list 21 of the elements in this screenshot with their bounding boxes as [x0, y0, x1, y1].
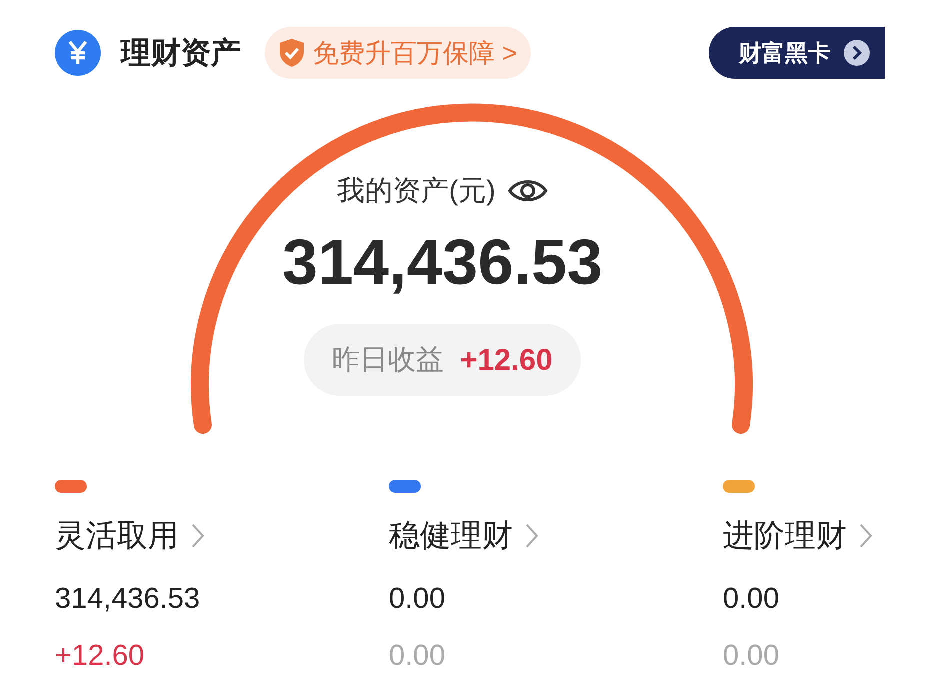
chevron-right-icon: [859, 523, 873, 550]
assets-label: 我的资产(元): [337, 174, 496, 208]
category-name[interactable]: 稳健理财: [389, 513, 513, 560]
chevron-circle-icon: [843, 39, 871, 67]
yen-icon: [55, 30, 101, 76]
yesterday-value: +12.60: [460, 342, 553, 378]
category-earnings: +12.60: [55, 639, 146, 674]
yesterday-label: 昨日收益: [332, 343, 444, 377]
chevron-right-icon: [525, 523, 539, 550]
chevron-right-icon: [191, 523, 205, 550]
total-assets: 314,436.53: [282, 230, 603, 294]
category-name[interactable]: 进阶理财: [723, 513, 847, 560]
shield-check-icon: [279, 38, 305, 68]
section-title: 理财资产: [121, 36, 241, 72]
category-amount: 0.00: [723, 582, 780, 616]
category-amount: 0.00: [389, 582, 446, 616]
category-name[interactable]: 灵活取用: [55, 513, 179, 560]
category-earnings: 0.00: [723, 639, 780, 674]
membership-card-button[interactable]: 财富黑卡: [709, 27, 885, 79]
category-earnings: 0.00: [389, 639, 446, 674]
category-amount: 314,436.53: [55, 582, 202, 616]
